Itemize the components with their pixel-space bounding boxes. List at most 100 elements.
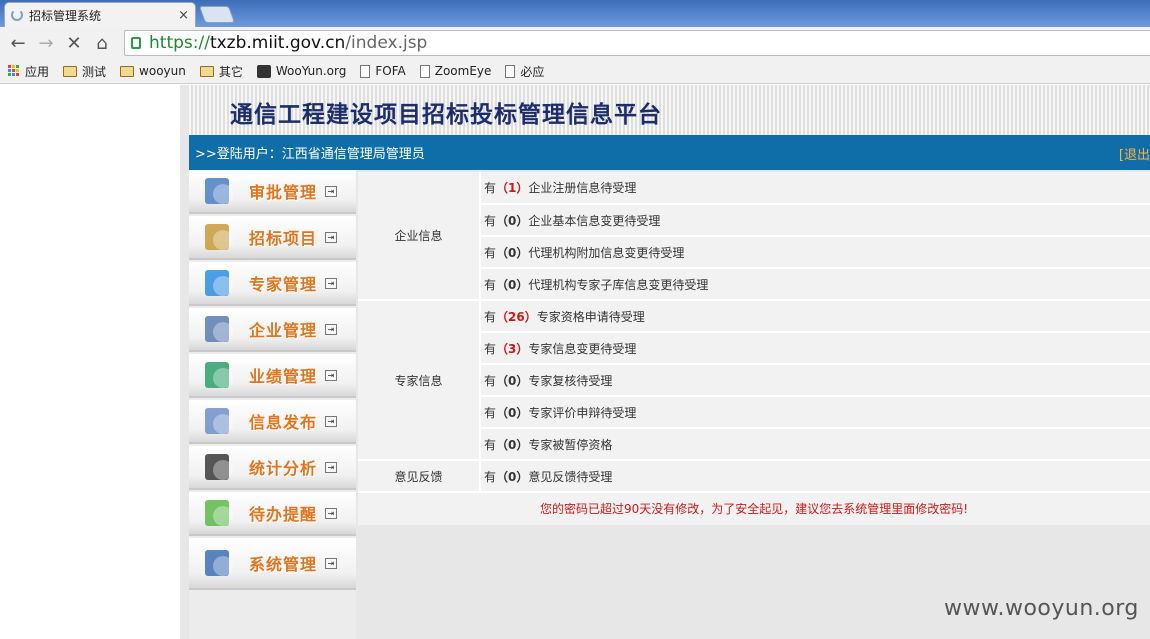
task-item[interactable]: 有（0）代理机构专家子库信息变更待受理 <box>480 268 1150 301</box>
watermark: www.wooyun.org <box>944 596 1139 621</box>
sidebar-item[interactable]: 招标项目 ⇥ <box>189 216 356 260</box>
table-row: 专家信息 有（26）专家资格申请待受理 <box>358 300 1150 461</box>
sidebar-item-label: 审批管理 <box>249 183 318 202</box>
secure-lock-icon <box>131 37 141 49</box>
task-item[interactable]: 有（0）专家被暂停资格 <box>480 428 1150 461</box>
task-count: （26） <box>496 309 537 324</box>
bookmark-item[interactable]: ZoomEye <box>419 64 491 78</box>
task-item[interactable]: 有（1）企业注册信息待受理 <box>480 172 1150 205</box>
tab-close-icon[interactable]: × <box>178 8 189 23</box>
sidebar-item[interactable]: 企业管理 ⇥ <box>189 308 356 352</box>
bookmark-item[interactable]: wooyun <box>120 64 186 78</box>
task-item[interactable]: 有（0）专家评价申辩待受理 <box>480 396 1150 429</box>
expand-arrow-icon[interactable]: ⇥ <box>325 323 337 335</box>
task-prefix: 有 <box>484 277 497 292</box>
statistics-icon <box>199 448 239 486</box>
task-description: 企业基本信息变更待受理 <box>528 213 661 228</box>
expand-arrow-icon[interactable]: ⇥ <box>325 415 337 427</box>
task-category: 意见反馈 <box>358 460 481 493</box>
folder-icon <box>63 65 78 77</box>
task-prefix: 有 <box>484 437 497 452</box>
task-prefix: 有 <box>484 309 497 324</box>
sidebar-item[interactable]: 统计分析 ⇥ <box>189 446 356 490</box>
task-count: （0） <box>496 469 529 484</box>
task-description: 代理机构专家子库信息变更待受理 <box>528 277 709 292</box>
task-item[interactable]: 有（3）专家信息变更待受理 <box>480 332 1150 365</box>
sidebar-item-label: 信息发布 <box>249 413 318 432</box>
expand-arrow-icon[interactable]: ⇥ <box>325 461 337 473</box>
task-item[interactable]: 有（0）意见反馈待受理 <box>480 460 1150 493</box>
task-prefix: 有 <box>484 245 497 260</box>
task-description: 专家资格申请待受理 <box>536 309 645 324</box>
system-gear-icon <box>199 544 239 582</box>
pending-tasks-table: 企业信息 有（1）企业注册信息待受理 有（0）企业基本信息变更待受理 有（0）代理机构… <box>358 172 1150 493</box>
expand-arrow-icon[interactable]: ⇥ <box>325 277 337 289</box>
table-row: 企业信息 有（1）企业注册信息待受理 <box>358 172 1150 301</box>
site-title: 通信工程建设项目招标投标管理信息平台 <box>230 101 662 128</box>
expand-arrow-icon[interactable]: ⇥ <box>325 369 337 381</box>
sidebar-item-label: 统计分析 <box>249 459 318 478</box>
task-prefix: 有 <box>484 181 497 195</box>
task-prefix: 有 <box>484 213 497 228</box>
task-item[interactable]: 有（26）专家资格申请待受理 <box>480 300 1150 333</box>
bookmark-item[interactable]: FOFA <box>360 64 406 78</box>
table-row: 意见反馈 有（0）意见反馈待受理 <box>358 460 1150 493</box>
sidebar-item[interactable]: 待办提醒 ⇥ <box>189 492 356 536</box>
sidebar-item-label: 专家管理 <box>249 275 318 294</box>
back-button[interactable]: ← <box>6 31 30 55</box>
bookmark-label: wooyun <box>139 64 186 78</box>
bookmarks-bar: 应用 测试 wooyun 其它 WooYun.org FOFA ZoomEye 必应 <box>0 59 1150 84</box>
task-prefix: 有 <box>484 341 497 356</box>
task-description: 企业注册信息待受理 <box>528 181 637 195</box>
page-icon <box>419 64 430 78</box>
wooyun-icon <box>256 64 271 78</box>
sidebar-item-label: 业绩管理 <box>249 367 318 386</box>
task-item[interactable]: 有（0）专家复核待受理 <box>480 364 1150 397</box>
bookmark-label: WooYun.org <box>275 64 347 78</box>
new-tab-button[interactable] <box>198 6 236 23</box>
expand-arrow-icon[interactable]: ⇥ <box>325 231 337 243</box>
browser-toolbar: ← → ✕ ⌂ https:// txzb.miit.gov.cn /index… <box>0 27 1150 59</box>
task-description: 专家复核待受理 <box>528 373 613 388</box>
site-header: 通信工程建设项目招标投标管理信息平台 <box>189 85 1150 135</box>
bookmark-item[interactable]: 必应 <box>505 63 544 80</box>
sidebar-item[interactable]: 专家管理 ⇥ <box>189 262 356 306</box>
password-expiry-notice: 您的密码已超过90天没有修改，为了安全起见，建议您去系统管理里面修改密码! <box>358 491 1150 525</box>
logged-in-user: >>登陆用户：江西省通信管理局管理员 <box>195 147 425 162</box>
task-prefix: 有 <box>484 469 497 484</box>
forward-button[interactable]: → <box>34 31 58 55</box>
task-description: 意见反馈待受理 <box>528 469 613 484</box>
stop-loading-button[interactable]: ✕ <box>62 31 86 55</box>
bookmark-item[interactable]: 其它 <box>199 63 243 80</box>
task-description: 专家被暂停资格 <box>528 437 613 452</box>
user-bar: >>登陆用户：江西省通信管理局管理员 [退出 <box>189 135 1150 170</box>
expand-arrow-icon[interactable]: ⇥ <box>325 507 337 519</box>
tab-title: 招标管理系统 <box>29 8 102 23</box>
app-frame: 通信工程建设项目招标投标管理信息平台 >>登陆用户：江西省通信管理局管理员 [退… <box>180 85 1150 639</box>
logout-link[interactable]: [退出 <box>1119 144 1150 163</box>
expand-arrow-icon[interactable]: ⇥ <box>325 557 337 569</box>
sidebar-item[interactable]: 系统管理 ⇥ <box>189 538 356 590</box>
page-icon <box>505 64 516 78</box>
task-count: （0） <box>496 405 529 420</box>
url-path: /index.jsp <box>345 33 428 53</box>
task-prefix: 有 <box>484 405 497 420</box>
home-button[interactable]: ⌂ <box>90 31 114 55</box>
pending-tasks-panel: 企业信息 有（1）企业注册信息待受理 有（0）企业基本信息变更待受理 有（0）代理机构… <box>358 172 1150 493</box>
web-page: 通信工程建设项目招标投标管理信息平台 >>登陆用户：江西省通信管理局管理员 [退… <box>0 85 1150 639</box>
bookmark-item[interactable]: WooYun.org <box>256 64 347 78</box>
bookmark-item[interactable]: 应用 <box>8 63 49 80</box>
apps-icon <box>8 65 20 77</box>
sidebar-item[interactable]: 信息发布 ⇥ <box>189 400 356 444</box>
task-item[interactable]: 有（0）代理机构附加信息变更待受理 <box>480 236 1150 269</box>
sidebar-item[interactable]: 审批管理 ⇥ <box>189 170 356 214</box>
approval-icon <box>199 172 239 210</box>
reminder-icon <box>199 494 239 532</box>
browser-tab[interactable]: 招标管理系统 × <box>4 2 196 27</box>
bookmark-item[interactable]: 测试 <box>63 63 106 80</box>
task-item[interactable]: 有（0）企业基本信息变更待受理 <box>480 204 1150 237</box>
expand-arrow-icon[interactable]: ⇥ <box>325 185 337 197</box>
task-prefix: 有 <box>484 373 497 388</box>
address-bar[interactable]: https:// txzb.miit.gov.cn /index.jsp <box>124 30 1150 56</box>
sidebar-item[interactable]: 业绩管理 ⇥ <box>189 354 356 398</box>
